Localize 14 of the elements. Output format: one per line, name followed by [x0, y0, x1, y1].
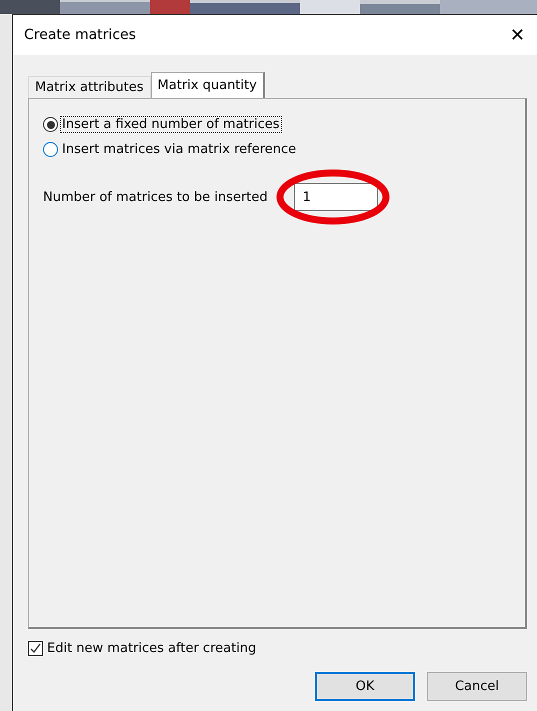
checkbox[interactable]: [28, 641, 43, 656]
window-title: Create matrices: [24, 27, 136, 43]
tab[interactable]: Matrix attributes: [28, 76, 151, 98]
radio-button[interactable]: [43, 142, 58, 157]
input-field[interactable]: 1: [294, 183, 378, 211]
radio-button[interactable]: [43, 117, 58, 132]
checkbox-label[interactable]: Edit new matrices after creating: [47, 641, 256, 656]
ok-button[interactable]: OK: [315, 672, 415, 701]
cancel-button[interactable]: Cancel: [427, 672, 527, 701]
close-button[interactable]: ✕: [506, 24, 529, 46]
option-label[interactable]: Insert matrices via matrix reference: [61, 142, 298, 157]
option-label[interactable]: Insert a fixed number of matrices: [61, 117, 281, 132]
tab[interactable]: Matrix quantity: [150, 72, 265, 98]
field-label: Number of matrices to be inserted: [43, 190, 268, 204]
